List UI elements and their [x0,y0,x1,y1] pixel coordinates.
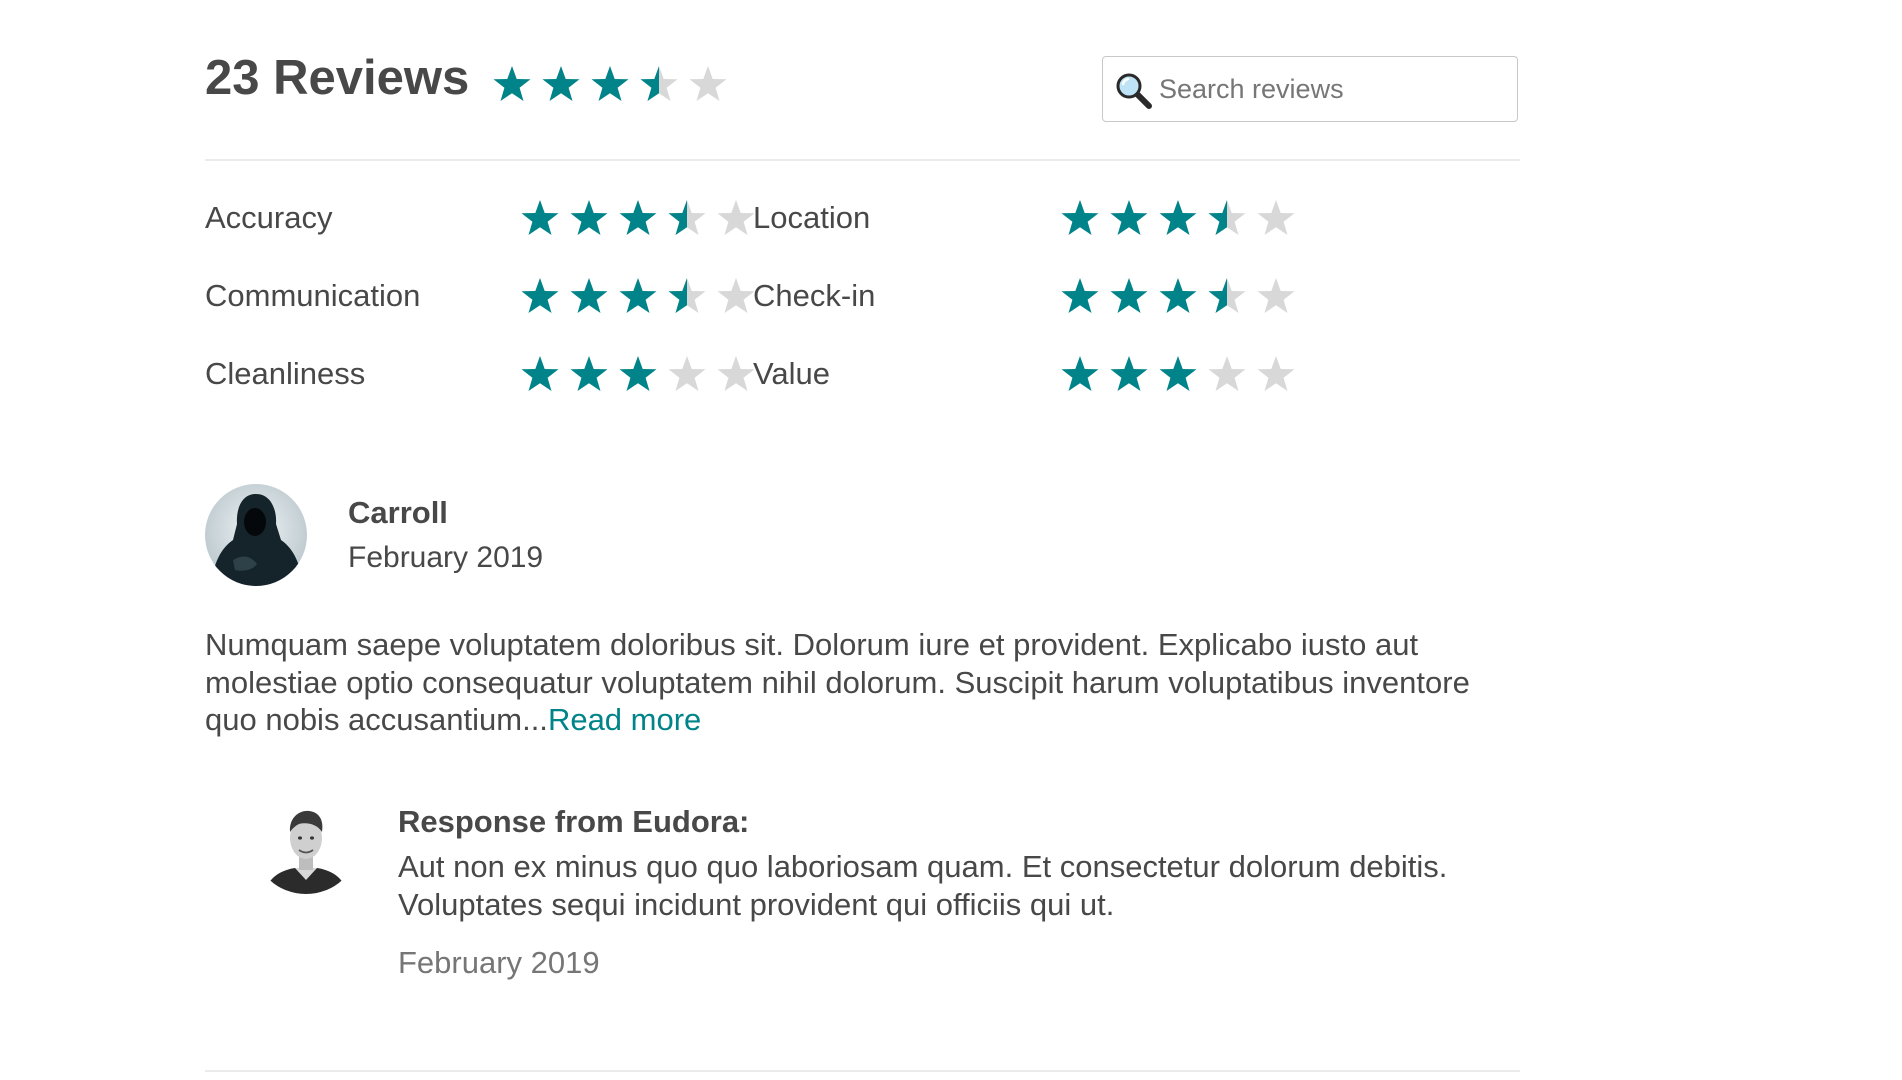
category-stars [520,276,756,316]
review-body: Numquam saepe voluptatem doloribus sit. … [205,627,1470,737]
star-filled-icon [1158,276,1198,316]
category-stars [520,198,756,238]
star-filled-icon [569,198,609,238]
star-empty-icon [716,198,756,238]
star-empty-icon [716,354,756,394]
star-filled-icon [1158,198,1198,238]
search-box[interactable] [1102,56,1518,122]
star-half-icon [1207,198,1247,238]
star-empty-icon [667,354,707,394]
category-label: Check-in [753,278,876,313]
star-filled-icon [520,354,560,394]
category-label: Value [753,356,830,391]
reviewer-name: Carroll [348,495,448,530]
star-filled-icon [492,64,532,104]
category-ratings: Accuracy Location Communication Check-in… [205,190,1520,430]
category-label: Cleanliness [205,356,366,391]
overall-rating-stars [492,64,728,104]
star-filled-icon [590,64,630,104]
star-filled-icon [618,276,658,316]
star-filled-icon [520,276,560,316]
star-filled-icon [1060,198,1100,238]
review-date: February 2019 [348,541,544,574]
divider [205,1070,1520,1072]
reviews-header: 23 Reviews [205,0,1520,161]
star-filled-icon [1060,354,1100,394]
reviewer-avatar[interactable] [205,484,307,586]
star-filled-icon [1109,276,1149,316]
star-filled-icon [541,64,581,104]
category-label: Communication [205,278,421,313]
host-avatar[interactable] [255,800,357,894]
star-half-icon [639,64,679,104]
star-empty-icon [1256,276,1296,316]
star-empty-icon [688,64,728,104]
star-half-icon [667,198,707,238]
star-filled-icon [569,354,609,394]
star-empty-icon [1256,354,1296,394]
star-filled-icon [1158,354,1198,394]
star-filled-icon [1060,276,1100,316]
star-filled-icon [569,276,609,316]
star-empty-icon [716,276,756,316]
star-filled-icon [1109,354,1149,394]
read-more-link[interactable]: Read more [548,702,701,737]
category-stars [1060,276,1296,316]
category-stars [520,354,756,394]
review-text: Numquam saepe voluptatem doloribus sit. … [205,626,1520,739]
search-input[interactable] [1159,69,1499,109]
star-filled-icon [1109,198,1149,238]
category-stars [1060,198,1296,238]
star-empty-icon [1256,198,1296,238]
response-title: Response from Eudora: [398,804,750,839]
star-filled-icon [618,198,658,238]
category-label: Location [753,200,871,235]
star-filled-icon [618,354,658,394]
magnifying-glass-icon [1115,72,1153,115]
reviews-title: 23 Reviews [205,51,470,105]
response-text: Aut non ex minus quo quo laboriosam quam… [398,849,1448,922]
star-half-icon [667,276,707,316]
category-label: Accuracy [205,200,333,235]
star-half-icon [1207,276,1247,316]
star-filled-icon [520,198,560,238]
star-empty-icon [1207,354,1247,394]
reviews-section: 23 Reviews Accuracy Location Communicati… [205,0,1520,1072]
category-stars [1060,354,1296,394]
response-date: February 2019 [398,945,600,980]
